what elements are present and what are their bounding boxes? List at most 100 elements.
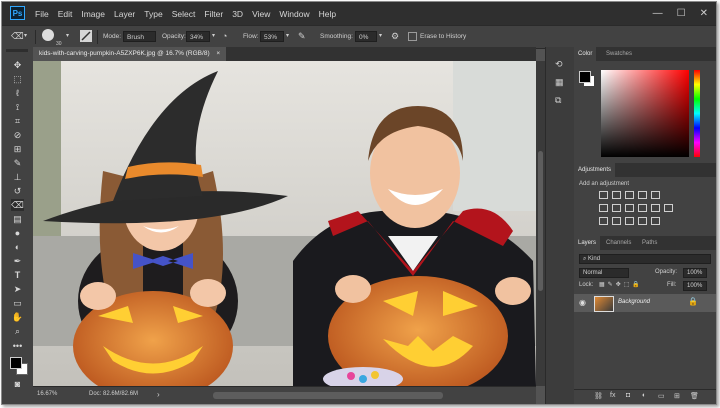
history-brush-icon[interactable]: ↺ — [11, 185, 24, 197]
blend-mode-select[interactable]: Normal — [579, 268, 629, 278]
opacity-chevron-icon[interactable]: ▾ — [212, 31, 215, 42]
vertical-scrollbar[interactable] — [536, 61, 545, 386]
erase-history-checkbox[interactable]: Erase to History — [408, 31, 466, 42]
brush-preview-icon[interactable] — [42, 29, 54, 41]
pen-icon[interactable]: ✒ — [11, 255, 24, 267]
mode-select[interactable]: Brush — [123, 31, 156, 42]
tab-adjustments[interactable]: Adjustments — [574, 163, 616, 177]
color-balance-icon[interactable] — [612, 204, 621, 212]
document-canvas[interactable] — [33, 61, 536, 386]
smoothing-input[interactable]: 0% — [355, 31, 377, 42]
status-arrow-icon[interactable]: › — [157, 390, 160, 399]
minimize-button[interactable]: — — [653, 8, 663, 19]
stamp-icon[interactable]: ⊥ — [11, 171, 24, 183]
quick-select-icon[interactable]: ⟟ — [11, 101, 24, 113]
marquee-icon[interactable]: ⬚ — [11, 73, 24, 85]
link-layers-icon[interactable]: ⛓ — [594, 392, 603, 400]
hand-icon[interactable]: ✋ — [11, 311, 24, 323]
brightness-icon[interactable] — [599, 191, 608, 199]
color-lookup-icon[interactable] — [664, 204, 673, 212]
new-layer-icon[interactable]: ⊞ — [674, 392, 680, 400]
menu-image[interactable]: Image — [81, 9, 105, 19]
opacity-input[interactable]: 34% — [186, 31, 210, 42]
hue-saturation-icon[interactable] — [599, 204, 608, 212]
tab-paths[interactable]: Paths — [638, 236, 661, 250]
tab-layers[interactable]: Layers — [574, 236, 601, 250]
path-select-icon[interactable]: ➤ — [11, 283, 24, 295]
levels-icon[interactable] — [612, 191, 621, 199]
eraser-icon[interactable]: ⌫ — [11, 31, 24, 42]
menu-select[interactable]: Select — [172, 9, 196, 19]
brush-settings-icon[interactable] — [80, 30, 92, 42]
zoom-icon[interactable]: ⌕ — [11, 325, 24, 337]
add-mask-icon[interactable]: ◘ — [626, 392, 630, 399]
tab-swatches[interactable]: Swatches — [602, 47, 636, 61]
menu-type[interactable]: Type — [144, 9, 162, 19]
tab-channels[interactable]: Channels — [602, 236, 635, 250]
posterize-icon[interactable] — [612, 217, 621, 225]
brush-icon[interactable]: ✎ — [11, 157, 24, 169]
layer-background[interactable]: ◉ Background 🔒 — [574, 294, 716, 312]
kind-filter[interactable]: ⌕ Kind — [579, 254, 711, 264]
tab-close-icon[interactable]: × — [216, 50, 220, 57]
layer-opacity-input[interactable]: 100% — [683, 268, 707, 278]
more-icon[interactable]: ••• — [11, 340, 24, 352]
trash-icon[interactable]: 🗑 — [690, 392, 699, 400]
menu-layer[interactable]: Layer — [114, 9, 135, 19]
type-icon[interactable]: T — [11, 269, 24, 281]
toolbox-grip[interactable] — [6, 49, 28, 52]
menu-edit[interactable]: Edit — [58, 9, 73, 19]
flow-input[interactable]: 53% — [260, 31, 284, 42]
close-button[interactable]: ✕ — [700, 8, 708, 19]
fill-input[interactable]: 100% — [683, 281, 707, 291]
foreground-color-swatch[interactable] — [10, 357, 22, 369]
lasso-icon[interactable]: ℓ — [11, 87, 24, 99]
healing-icon[interactable]: ⊞ — [11, 143, 24, 155]
black-white-icon[interactable] — [625, 204, 634, 212]
blur-icon[interactable]: ● — [11, 227, 24, 239]
menu-window[interactable]: Window — [279, 9, 309, 19]
pressure-opacity-icon[interactable]: ◔ — [222, 31, 227, 42]
eraser-icon[interactable]: ⌫ — [11, 199, 24, 211]
menu-view[interactable]: View — [252, 9, 270, 19]
brush-preset-chevron-icon[interactable]: ▾ — [66, 31, 69, 42]
menu-help[interactable]: Help — [319, 9, 336, 19]
layer-name[interactable]: Background — [618, 299, 650, 305]
scroll-thumb[interactable] — [538, 151, 543, 291]
lock-icons[interactable]: ▦✎✥⬚🔒 — [599, 281, 643, 288]
menu-filter[interactable]: Filter — [204, 9, 223, 19]
visibility-eye-icon[interactable]: ◉ — [579, 298, 586, 307]
document-tab[interactable]: kids-with-carving-pumpkin-A5ZXP6K.jpg @ … — [33, 47, 227, 61]
hue-slider[interactable] — [694, 70, 700, 157]
tab-color[interactable]: Color — [574, 47, 597, 61]
selective-color-icon[interactable] — [651, 217, 660, 225]
new-group-icon[interactable]: ▭ — [658, 392, 665, 400]
maximize-button[interactable]: ☐ — [677, 8, 686, 19]
flow-chevron-icon[interactable]: ▾ — [286, 31, 289, 42]
exposure-icon[interactable] — [638, 191, 647, 199]
zoom-level[interactable]: 16.67% — [37, 391, 57, 397]
quick-mask-icon[interactable]: ◙ — [11, 378, 24, 390]
rectangle-icon[interactable]: ▭ — [11, 297, 24, 309]
color-foreground-swatch[interactable] — [579, 71, 591, 83]
smoothing-chevron-icon[interactable]: ▾ — [379, 31, 382, 42]
move-icon[interactable]: ✥ — [11, 59, 24, 71]
menu-3d[interactable]: 3D — [232, 9, 243, 19]
libraries-panel-icon[interactable]: ⧉ — [555, 95, 561, 106]
airbrush-icon[interactable]: ✎ — [298, 31, 306, 42]
vibrance-icon[interactable] — [651, 191, 660, 199]
color-picker-field[interactable] — [601, 70, 689, 157]
properties-panel-icon[interactable]: ▦ — [555, 77, 564, 88]
photo-filter-icon[interactable] — [638, 204, 647, 212]
horizontal-scrollbar[interactable] — [213, 392, 443, 399]
invert-icon[interactable] — [599, 217, 608, 225]
gradient-icon[interactable]: ▤ — [11, 213, 24, 225]
chevron-down-icon[interactable]: ▾ — [24, 31, 27, 42]
history-panel-icon[interactable]: ⟲ — [555, 59, 563, 70]
fx-icon[interactable]: fx — [610, 392, 615, 399]
curves-icon[interactable] — [625, 191, 634, 199]
new-fill-layer-icon[interactable]: ◐ — [642, 392, 646, 399]
menu-file[interactable]: File — [35, 9, 49, 19]
dodge-icon[interactable]: ◐ — [11, 241, 24, 253]
channel-mixer-icon[interactable] — [651, 204, 660, 212]
